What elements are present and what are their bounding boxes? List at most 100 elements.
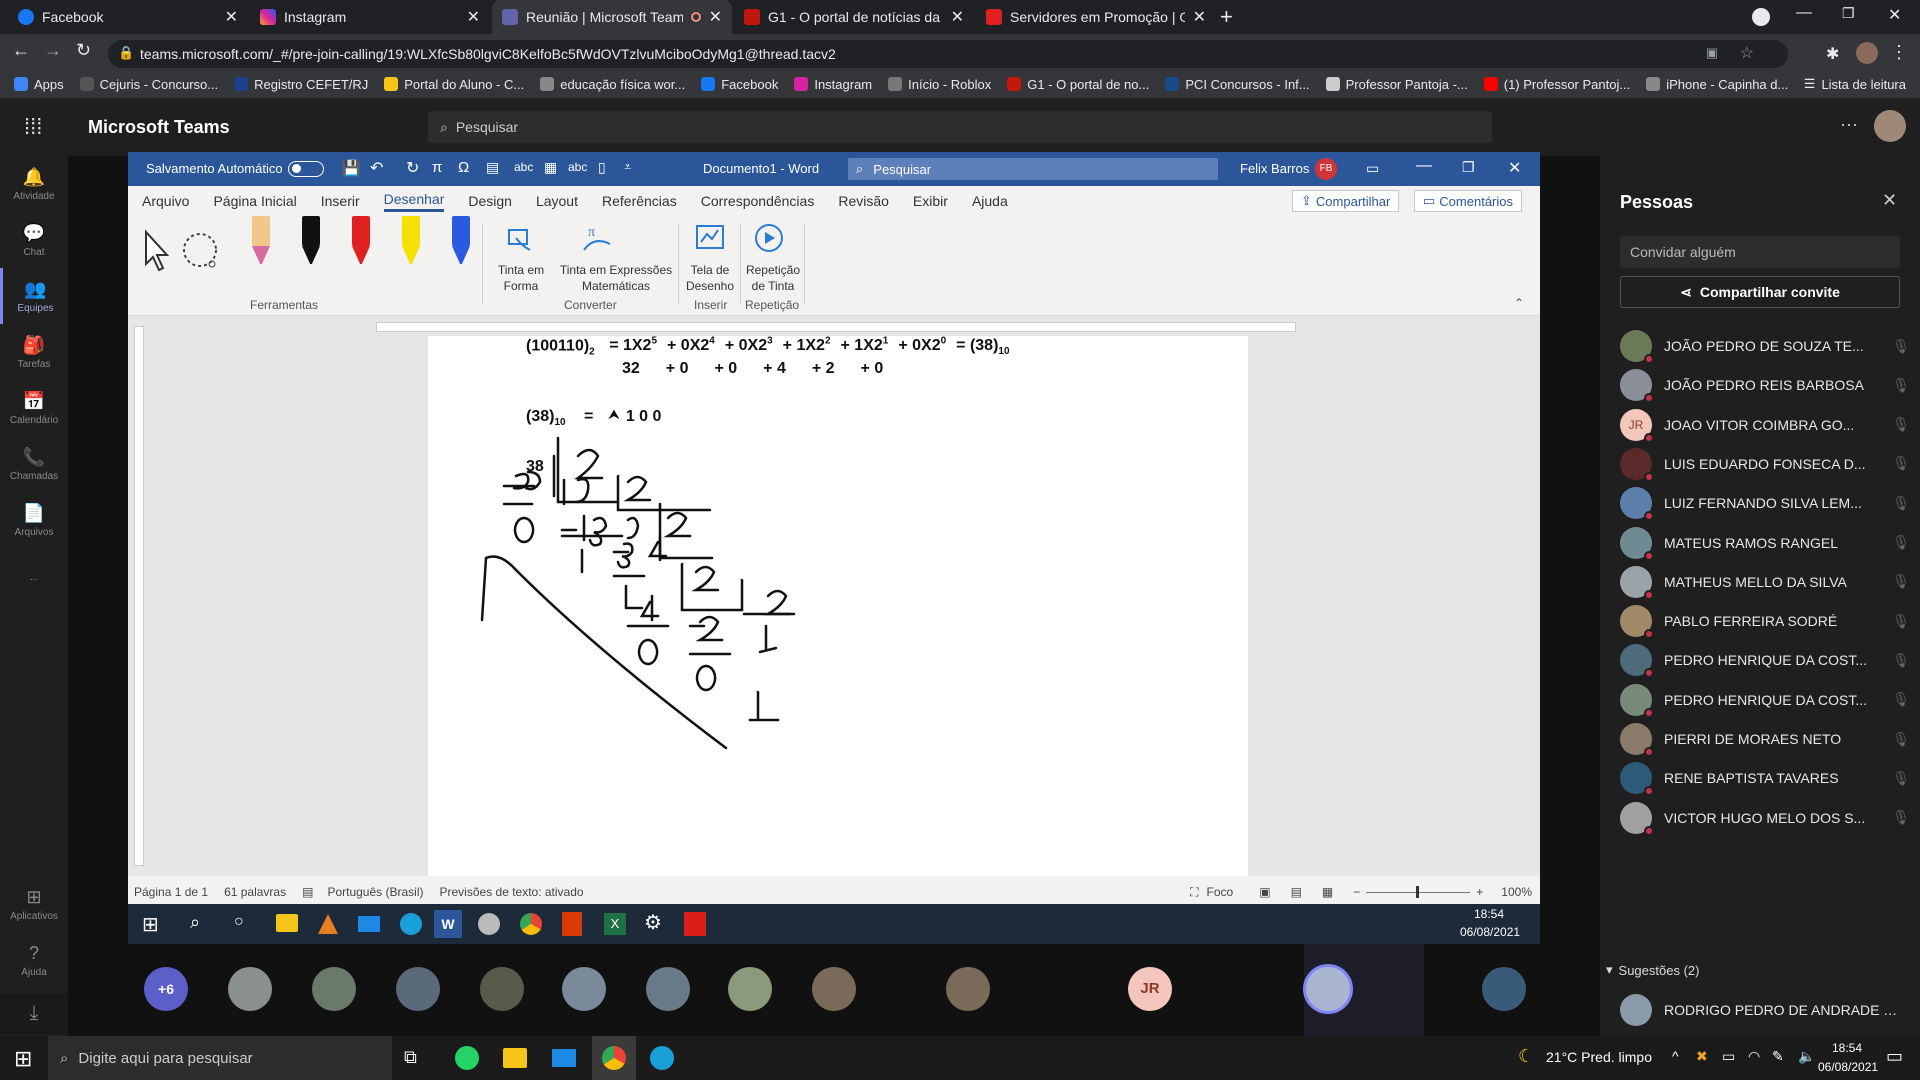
- participant-video-avatar[interactable]: [480, 967, 524, 1011]
- reload-icon[interactable]: ↻: [76, 40, 91, 61]
- close-tab-icon[interactable]: ✕: [467, 7, 480, 27]
- taskbar-search[interactable]: ⌕ Digite aqui para pesquisar: [48, 1036, 392, 1080]
- chrome-taskbar-button[interactable]: [592, 1036, 636, 1080]
- profile-avatar[interactable]: [1856, 42, 1878, 64]
- mic-muted-icon[interactable]: 🎙: [1892, 416, 1910, 433]
- autosave-toggle[interactable]: [288, 161, 324, 177]
- participant-row[interactable]: MATHEUS MELLO DA SILVA 🎙: [1620, 562, 1910, 602]
- document-page[interactable]: (100110)2 = 1X25 + 0X24 + 0X23 + 1X22 + 1X21…: [428, 336, 1248, 876]
- participant-video-avatar[interactable]: [728, 967, 772, 1011]
- wifi-icon[interactable]: ◠: [1748, 1048, 1760, 1065]
- participant-video-avatar[interactable]: [1306, 967, 1350, 1011]
- bookmark-item[interactable]: Portal do Aluno - C...: [384, 77, 524, 92]
- collapse-ribbon-icon[interactable]: ⌃: [1514, 296, 1524, 310]
- share-button[interactable]: ⇪ Compartilhar: [1292, 190, 1400, 212]
- forward-icon[interactable]: →: [44, 40, 62, 61]
- bookmark-item[interactable]: (1) Professor Pantoj...: [1483, 77, 1630, 92]
- camera-blocked-icon[interactable]: ▣: [1706, 45, 1718, 61]
- mic-muted-icon[interactable]: 🎙: [1892, 534, 1910, 551]
- participant-row[interactable]: PEDRO HENRIQUE DA COST... 🎙: [1620, 640, 1910, 680]
- bookmark-item[interactable]: Início - Roblox: [888, 77, 991, 92]
- select-pointer-icon[interactable]: [140, 228, 172, 272]
- edge-icon[interactable]: [650, 1046, 674, 1070]
- word-count[interactable]: 61 palavras: [224, 885, 286, 899]
- bookmark-item[interactable]: G1 - O portal de no...: [1007, 77, 1149, 92]
- app-launcher-icon[interactable]: ⁞⁞⁞: [24, 114, 42, 140]
- pen-tool-1[interactable]: [296, 216, 326, 276]
- rail-item-3[interactable]: 🎒 Tarefas: [0, 324, 68, 380]
- ribbon-tab[interactable]: Ajuda: [972, 193, 1008, 209]
- participant-video-avatar[interactable]: [228, 967, 272, 1011]
- participant-video-avatar[interactable]: JR: [1128, 967, 1172, 1011]
- battery-icon[interactable]: ▭: [1722, 1048, 1735, 1065]
- volume-icon[interactable]: 🔈: [1798, 1048, 1815, 1065]
- ink-to-math-button[interactable]: Tinta em Expressões Matemáticas: [556, 262, 676, 294]
- page-icon[interactable]: ▯: [598, 159, 606, 176]
- zoom-out-icon[interactable]: −: [1353, 885, 1360, 899]
- spelling-icon[interactable]: abc: [514, 160, 533, 174]
- spelling-check-icon[interactable]: abc: [568, 160, 587, 174]
- ribbon-tab[interactable]: Página Inicial: [213, 193, 296, 209]
- bookmark-item[interactable]: Cejuris - Concurso...: [79, 77, 218, 92]
- close-tab-icon[interactable]: ✕: [1193, 7, 1206, 27]
- language[interactable]: Português (Brasil): [327, 885, 423, 899]
- pen-tool-2[interactable]: [346, 216, 376, 276]
- ribbon-tab[interactable]: Arquivo: [142, 193, 189, 209]
- zoom-in-icon[interactable]: +: [1476, 885, 1483, 899]
- ribbon-tab[interactable]: Inserir: [321, 193, 360, 209]
- restore-icon[interactable]: ❐: [1842, 5, 1855, 22]
- participant-row[interactable]: JR JOAO VITOR COIMBRA GO... 🎙: [1620, 405, 1910, 445]
- ribbon-display-icon[interactable]: ▭: [1366, 160, 1379, 177]
- ribbon-tab[interactable]: Layout: [536, 193, 578, 209]
- user-initials-avatar[interactable]: FB: [1315, 158, 1337, 180]
- participant-row[interactable]: RENE BAPTISTA TAVARES 🎙: [1620, 758, 1910, 798]
- ribbon-tab[interactable]: Correspondências: [701, 193, 815, 209]
- browser-tab-servidores[interactable]: Servidores em Promoção | Oferta ✕: [976, 0, 1216, 34]
- bookmark-item[interactable]: educação física wor...: [540, 77, 685, 92]
- close-tab-icon[interactable]: ✕: [709, 7, 722, 27]
- participant-video-avatar[interactable]: [946, 967, 990, 1011]
- text-predictions[interactable]: Previsões de texto: ativado: [440, 885, 584, 899]
- ribbon-tab[interactable]: Revisão: [838, 193, 889, 209]
- invite-input[interactable]: Convidar alguém: [1620, 236, 1900, 268]
- participant-video-avatar[interactable]: [812, 967, 856, 1011]
- participant-video-avatar[interactable]: [396, 967, 440, 1011]
- save-icon[interactable]: 💾: [342, 159, 361, 177]
- back-icon[interactable]: ←: [12, 40, 30, 61]
- word-search-box[interactable]: ⌕ Pesquisar: [848, 158, 1218, 180]
- bookmark-item[interactable]: Apps: [14, 77, 64, 92]
- whatsapp-icon[interactable]: [455, 1046, 479, 1070]
- mic-muted-icon[interactable]: 🎙: [1892, 731, 1910, 748]
- close-tab-icon[interactable]: ✕: [951, 7, 964, 27]
- rail-bottom-item-1[interactable]: ? Ajuda: [0, 932, 68, 988]
- notifications-icon[interactable]: ▭: [1886, 1046, 1903, 1067]
- close-panel-icon[interactable]: ✕: [1882, 190, 1897, 211]
- ribbon-tab[interactable]: Design: [468, 193, 512, 209]
- rail-item-2[interactable]: 👥 Equipes: [0, 268, 68, 324]
- teams-search-input[interactable]: ⌕ Pesquisar: [428, 111, 1492, 143]
- tray-chevron-icon[interactable]: ^: [1672, 1048, 1679, 1064]
- media-control-icon[interactable]: [1752, 8, 1770, 26]
- bookmark-item[interactable]: Instagram: [794, 77, 872, 92]
- restore-icon[interactable]: ❐: [1462, 159, 1475, 176]
- participant-row[interactable]: JOÃO PEDRO REIS BARBOSA 🎙: [1620, 365, 1910, 405]
- participant-video-avatar[interactable]: [312, 967, 356, 1011]
- rail-item-1[interactable]: 💬 Chat: [0, 212, 68, 268]
- new-tab-icon[interactable]: +: [1220, 4, 1233, 30]
- browser-tab-teams[interactable]: Reunião | Microsoft Teams ✕: [492, 0, 732, 34]
- address-bar[interactable]: 🔒 teams.microsoft.com/_#/pre-join-callin…: [108, 40, 1788, 68]
- weather-text[interactable]: 21°C Pred. limpo: [1546, 1049, 1652, 1065]
- ink-replay-button[interactable]: Repetição de Tinta: [742, 262, 804, 294]
- close-tab-icon[interactable]: ✕: [225, 7, 238, 27]
- pen-tool-4[interactable]: [446, 216, 476, 276]
- rail-item-5[interactable]: 📞 Chamadas: [0, 436, 68, 492]
- customize-qat-icon[interactable]: ⩡: [624, 159, 631, 175]
- mic-muted-icon[interactable]: 🎙: [1892, 770, 1910, 787]
- clock-time[interactable]: 18:54: [1832, 1041, 1862, 1055]
- pen-tool-3[interactable]: [396, 216, 426, 276]
- layout-icon[interactable]: ▦: [544, 159, 557, 176]
- read-mode-icon[interactable]: ▣: [1259, 885, 1270, 899]
- ribbon-tab[interactable]: Desenhar: [383, 191, 445, 212]
- task-view-icon[interactable]: ⧉: [404, 1047, 417, 1068]
- page-count[interactable]: Página 1 de 1: [134, 885, 208, 899]
